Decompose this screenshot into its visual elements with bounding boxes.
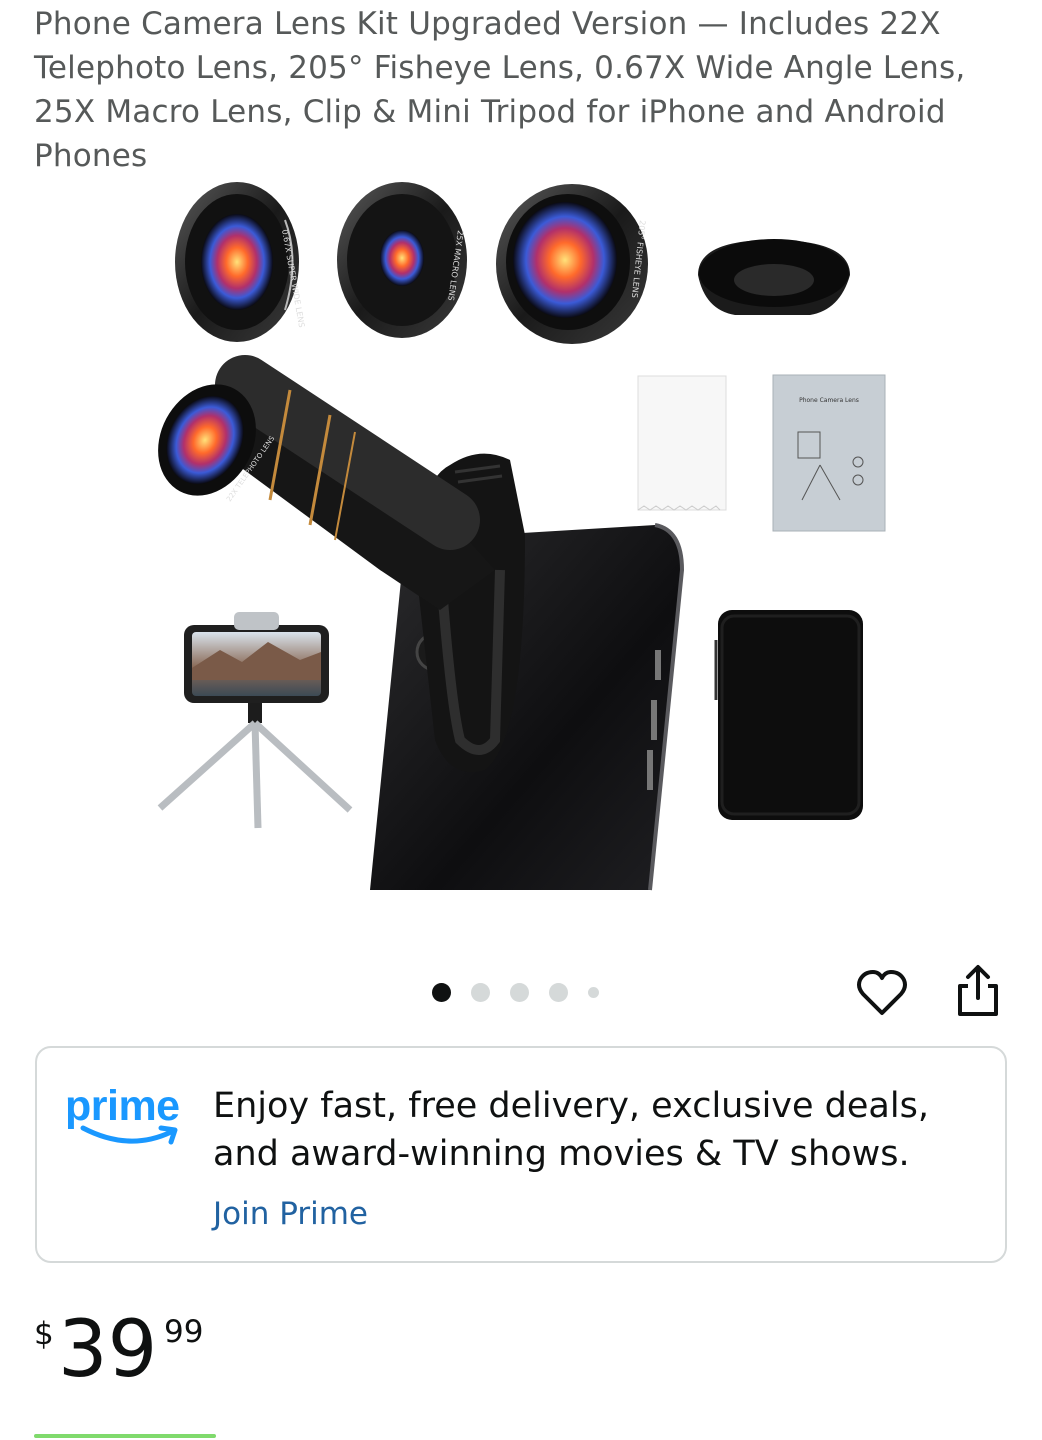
cleaning-cloth [637, 375, 727, 511]
rubber-eyecup [698, 239, 850, 315]
price-currency: $ [34, 1316, 54, 1352]
wishlist-button[interactable] [855, 966, 909, 1020]
carousel-dot[interactable] [471, 982, 490, 1002]
wide-angle-lens: 0.67X SUPER WIDE LENS [175, 182, 306, 342]
heart-icon [857, 970, 907, 1015]
instruction-manual: Phone Camera Lens [772, 374, 886, 532]
prime-message: Enjoy fast, free delivery, exclusive dea… [213, 1086, 929, 1174]
share-button[interactable] [952, 962, 1004, 1018]
price-whole: 39 [58, 1305, 158, 1395]
macro-lens: 25X MACRO LENS [337, 182, 467, 338]
mini-tripod [157, 612, 353, 829]
carry-case [714, 610, 863, 820]
product-title: Phone Camera Lens Kit Upgraded Version —… [34, 6, 966, 174]
carousel-dot[interactable] [549, 982, 568, 1002]
scroll-indicator [34, 1434, 216, 1438]
prime-promo-card: prime Enjoy fast, free delivery, exclusi… [35, 1046, 1007, 1263]
carousel-dot[interactable] [588, 986, 599, 998]
carousel-dots [432, 981, 599, 1003]
telephoto-lens: 22X TELEPHOTO LENS [158, 355, 495, 610]
carousel-dot[interactable] [432, 982, 451, 1002]
price-fraction: 99 [164, 1314, 204, 1350]
fisheye-lens: 205° FISHEYE LENS [496, 184, 648, 344]
carousel-dot[interactable] [510, 982, 529, 1002]
manual-title: Phone Camera Lens [799, 397, 859, 404]
share-icon [958, 965, 998, 1016]
prime-smile-icon [80, 1125, 178, 1145]
product-image[interactable]: 0.67X SUPER WIDE LENS 25X MACRO LENS 205… [150, 180, 890, 895]
join-prime-link[interactable]: Join Prime [213, 1194, 368, 1234]
prime-logo: prime [65, 1082, 191, 1162]
